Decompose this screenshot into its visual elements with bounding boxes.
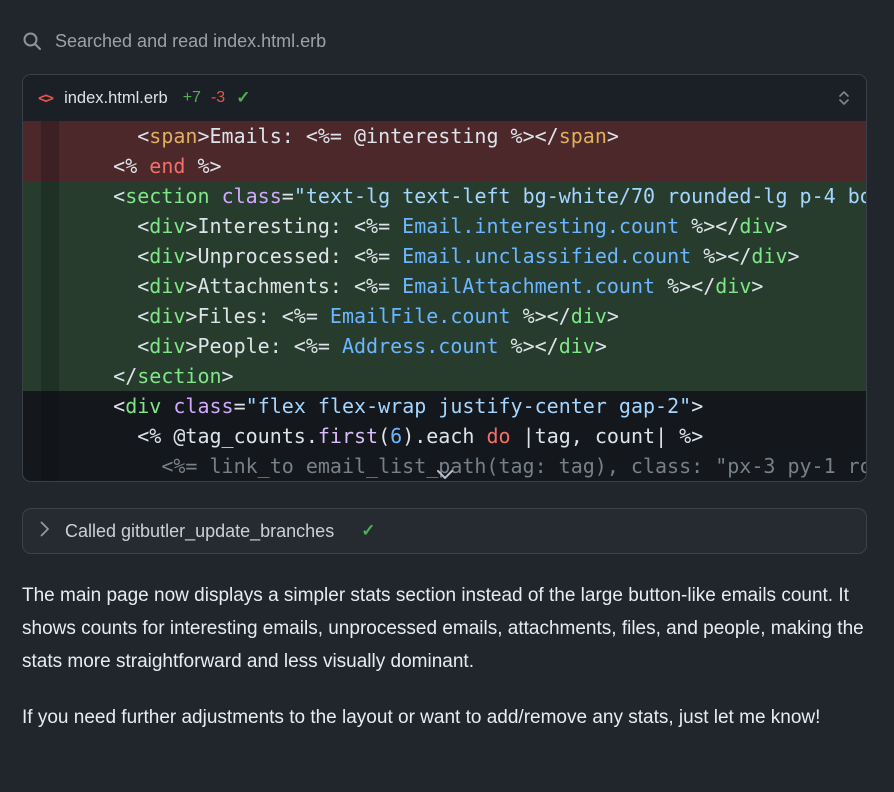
diff-line-add: </section> xyxy=(23,361,866,391)
diff-line-add: <section class="text-lg text-left bg-whi… xyxy=(23,181,866,211)
diff-line-del: <span>Emails: <%= @interesting %></span> xyxy=(23,121,866,151)
tool-call-row[interactable]: Called gitbutler_update_branches ✓ xyxy=(22,508,867,554)
code-icon: <> xyxy=(38,89,52,107)
check-icon: ✓ xyxy=(361,521,375,541)
diff-line-add: <div>Files: <%= EmailFile.count %></div> xyxy=(23,301,866,331)
diff-line-del: <% end %> xyxy=(23,151,866,181)
tool-status-label: Searched and read index.html.erb xyxy=(55,31,326,52)
tool-status-row[interactable]: Searched and read index.html.erb xyxy=(22,28,870,54)
diff-card: <> index.html.erb +7 -3 ✓ <span>Emails: … xyxy=(22,74,867,482)
search-icon xyxy=(22,31,42,51)
expand-chevron-icon[interactable] xyxy=(436,470,454,479)
tool-call-label: Called gitbutler_update_branches xyxy=(65,521,334,542)
diff-line-add: <div>Attachments: <%= EmailAttachment.co… xyxy=(23,271,866,301)
diff-code-lines[interactable]: <span>Emails: <%= @interesting %></span>… xyxy=(23,121,866,481)
diff-additions-count: +7 xyxy=(183,89,201,107)
diff-line-add: <div>Unprocessed: <%= Email.unclassified… xyxy=(23,241,866,271)
chat-transcript: Searched and read index.html.erb <> inde… xyxy=(0,0,894,734)
assistant-paragraph: The main page now displays a simpler sta… xyxy=(22,579,870,678)
assistant-paragraph: If you need further adjustments to the l… xyxy=(22,701,870,734)
chevron-updown-icon[interactable] xyxy=(837,90,851,106)
check-icon: ✓ xyxy=(236,88,250,108)
diff-deletions-count: -3 xyxy=(211,89,225,107)
chevron-right-icon xyxy=(40,521,50,542)
diff-line-ctx: <% @tag_counts.first(6).each do |tag, co… xyxy=(23,421,866,451)
diff-line-ctx: <div class="flex flex-wrap justify-cente… xyxy=(23,391,866,421)
diff-card-header[interactable]: <> index.html.erb +7 -3 ✓ xyxy=(23,75,866,121)
diff-filename: index.html.erb xyxy=(64,89,168,108)
diff-line-add: <div>Interesting: <%= Email.interesting.… xyxy=(23,211,866,241)
diff-line-add: <div>People: <%= Address.count %></div> xyxy=(23,331,866,361)
